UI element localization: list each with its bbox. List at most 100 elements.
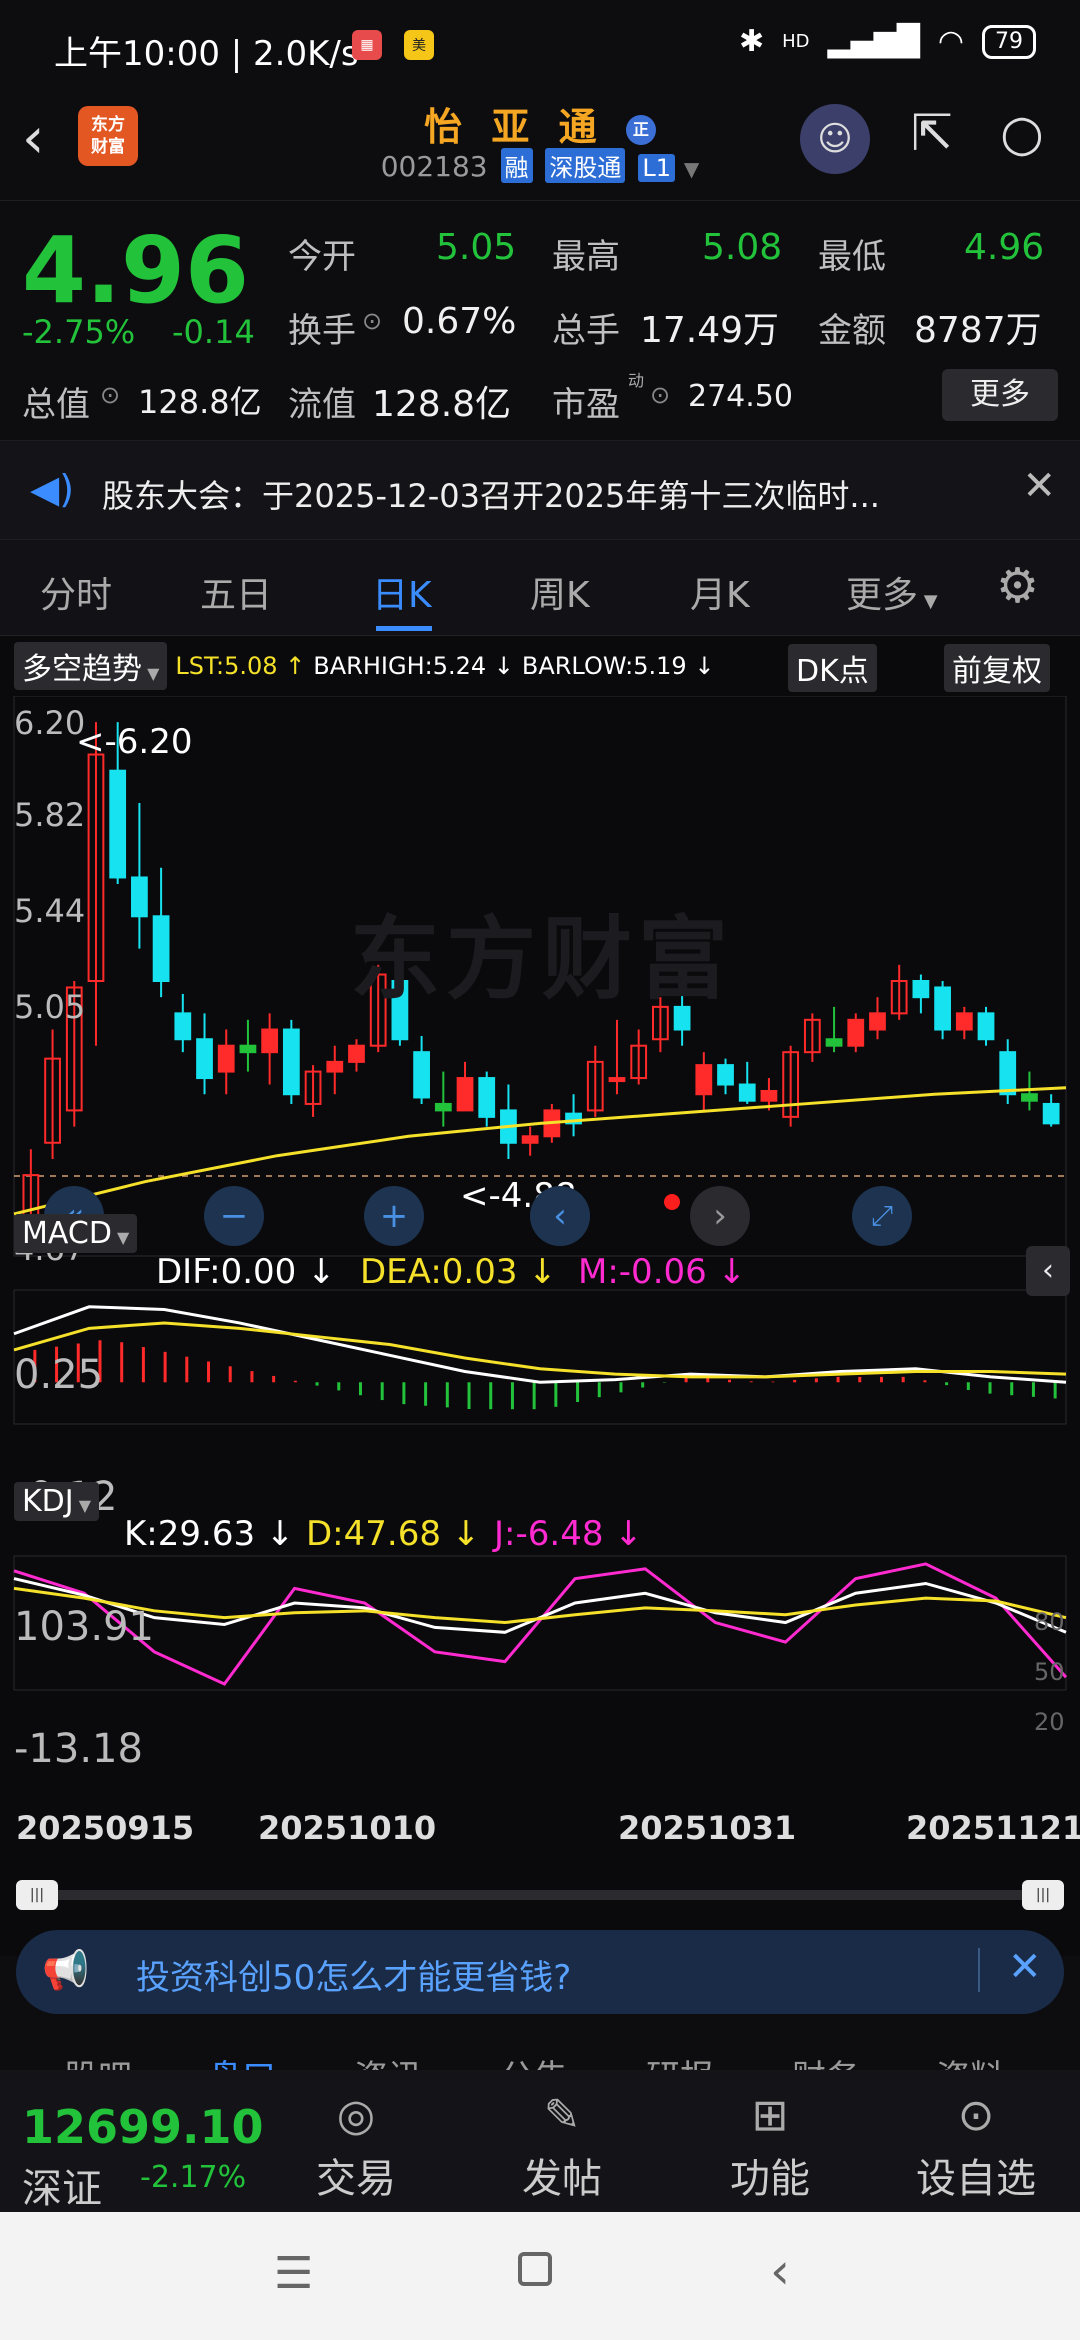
- candle-body: [217, 1044, 235, 1073]
- high-marker: <-6.20: [76, 722, 193, 762]
- scroll-handle-right[interactable]: |||: [1022, 1880, 1064, 1910]
- candle-body: [152, 915, 170, 982]
- tab-daily-k[interactable]: 日K: [372, 566, 432, 618]
- more-button[interactable]: 更多: [942, 369, 1058, 421]
- chevron-down-icon: ▼: [111, 1228, 130, 1247]
- dk-point-button[interactable]: DK点: [788, 644, 877, 692]
- gear-icon[interactable]: ⚙: [996, 558, 1039, 614]
- chevron-down-icon: ▼: [73, 1496, 92, 1515]
- turnover-label: 换手: [288, 311, 356, 351]
- candle-body: [109, 769, 127, 879]
- volume-label: 总手: [552, 311, 620, 351]
- tab-intraday[interactable]: 分时: [40, 566, 112, 618]
- menu-icon[interactable]: ☰: [274, 2248, 313, 2299]
- search-icon[interactable]: ○: [990, 104, 1054, 168]
- close-icon[interactable]: ✕: [1008, 1944, 1042, 1990]
- candle-body: [521, 1135, 539, 1144]
- macd-select[interactable]: MACD ▼: [14, 1214, 138, 1253]
- float-label: 流值: [288, 385, 356, 425]
- low-value: 4.96: [964, 227, 1045, 268]
- close-icon[interactable]: ✕: [1022, 463, 1056, 509]
- candle-body: [131, 876, 148, 918]
- battery-icon: 79: [982, 24, 1036, 59]
- macd-dif: DIF:0.00 ↓: [156, 1252, 336, 1292]
- meituan-icon: 美: [404, 30, 434, 60]
- robot-assistant-icon[interactable]: ☺: [800, 104, 870, 174]
- watermark: 东方财富: [350, 907, 734, 1012]
- edit-icon: ✎: [543, 2090, 581, 2141]
- tab-more[interactable]: 更多 ▼: [846, 566, 938, 618]
- candle-body: [695, 1064, 713, 1096]
- date-label-1: 20250915: [16, 1809, 195, 1847]
- collapse-icon[interactable]: ‹: [1026, 1246, 1070, 1296]
- scroll-handle-left[interactable]: |||: [16, 1880, 58, 1910]
- promo-text: 投资科创50怎么才能更省钱?: [136, 1958, 572, 1998]
- signal-hd: HD: [782, 31, 810, 52]
- more-icon: ⊙: [957, 2090, 995, 2141]
- period-tabs: 分时 五日 日K 周K 月K 更多 ▼ ⚙: [0, 540, 1080, 636]
- macd-label: MACD: [22, 1216, 112, 1251]
- promo-banner[interactable]: 📢 投资科创50怎么才能更省钱? ✕: [16, 1930, 1064, 2014]
- candle-body: [825, 1038, 843, 1047]
- date-label-4: 20251121: [906, 1809, 1080, 1847]
- macd-header: MACD ▼: [14, 1214, 138, 1253]
- tab-five-day[interactable]: 五日: [200, 566, 272, 618]
- next-icon[interactable]: ›: [690, 1186, 750, 1246]
- expand-icon[interactable]: ⤢: [852, 1186, 912, 1246]
- candle-body: [326, 1060, 344, 1073]
- candle-body: [478, 1077, 496, 1118]
- notice-bar[interactable]: ◀) 股东大会：于2025-12-03召开2025年第十三次临时... ✕: [0, 440, 1080, 540]
- adjust-button[interactable]: 前复权: [944, 644, 1050, 692]
- kdj-level-50: 50: [1034, 1658, 1065, 1686]
- indicator-select[interactable]: 多空趋势 ▼: [14, 642, 168, 690]
- kdj-level-20: 20: [1034, 1708, 1065, 1736]
- bottom-bar: 12699.10 深证 -2.17% ◎ 交易 ✎ 发帖 ⊞ 功能 ⊙ 设自选: [0, 2070, 1080, 2212]
- system-nav: ☰ ‹: [0, 2212, 1080, 2340]
- current-price: 4.96: [22, 217, 249, 324]
- kdj-select[interactable]: KDJ ▼: [14, 1482, 100, 1521]
- pe-info-icon[interactable]: ⊙: [650, 381, 670, 409]
- y-label-1: 6.20: [14, 704, 86, 742]
- index-value[interactable]: 12699.10: [22, 2100, 264, 2154]
- bluetooth-icon: ✱: [738, 24, 765, 59]
- zoom-out-icon[interactable]: −: [204, 1186, 264, 1246]
- tab-monthly-k[interactable]: 月K: [690, 566, 750, 618]
- lst-value: LST:5.08 ↑: [175, 652, 306, 680]
- trade-button[interactable]: ◎ 交易: [286, 2090, 426, 2204]
- signal-icon: ▂▄▆█: [827, 24, 920, 59]
- index-change: -2.17%: [140, 2160, 247, 2195]
- macd-dea: DEA:0.03 ↓: [360, 1252, 557, 1292]
- post-label: 发帖: [522, 2156, 602, 2202]
- post-button[interactable]: ✎ 发帖: [492, 2090, 632, 2204]
- tab-weekly-k[interactable]: 周K: [530, 566, 590, 618]
- back-nav-icon[interactable]: ‹: [770, 2242, 790, 2300]
- amount-value: 8787万: [914, 310, 1042, 351]
- home-icon[interactable]: [518, 2252, 552, 2286]
- kdj-y-top: 103.91: [14, 1604, 154, 1650]
- mcap-label: 总值: [22, 385, 90, 425]
- stock-name: 怡 亚 通: [424, 105, 605, 149]
- add-watchlist-button[interactable]: ⊙ 设自选: [906, 2090, 1046, 2204]
- turnover-info-icon[interactable]: ⊙: [362, 307, 382, 335]
- zoom-in-icon[interactable]: +: [364, 1186, 424, 1246]
- kdj-j-line: [13, 1562, 1068, 1686]
- chevron-down-icon: ▼: [683, 157, 700, 181]
- share-icon[interactable]: ⇱: [900, 104, 964, 168]
- candle-body: [760, 1090, 778, 1102]
- kdj-k-line: [13, 1577, 1067, 1634]
- function-label: 功能: [730, 2156, 810, 2202]
- prev-icon[interactable]: ‹: [530, 1186, 590, 1246]
- open-label: 今开: [288, 237, 356, 277]
- scroll-track[interactable]: [16, 1890, 1064, 1900]
- yen-icon: ◎: [336, 2090, 376, 2141]
- tab-more-label: 更多: [846, 575, 919, 616]
- kdj-label: KDJ: [22, 1484, 74, 1519]
- macd-y-top: 0.25: [14, 1352, 104, 1398]
- high-label: 最高: [552, 237, 620, 277]
- function-button[interactable]: ⊞ 功能: [700, 2090, 840, 2204]
- mcap-info-icon[interactable]: ⊙: [100, 381, 120, 409]
- candle-body: [869, 1012, 886, 1031]
- chart-area[interactable]: 多空趋势 ▼ LST:5.08 ↑ BARHIGH:5.24 ↓ BARLOW:…: [0, 636, 1080, 1876]
- candle-body: [847, 1018, 865, 1047]
- candle-body: [1042, 1102, 1060, 1125]
